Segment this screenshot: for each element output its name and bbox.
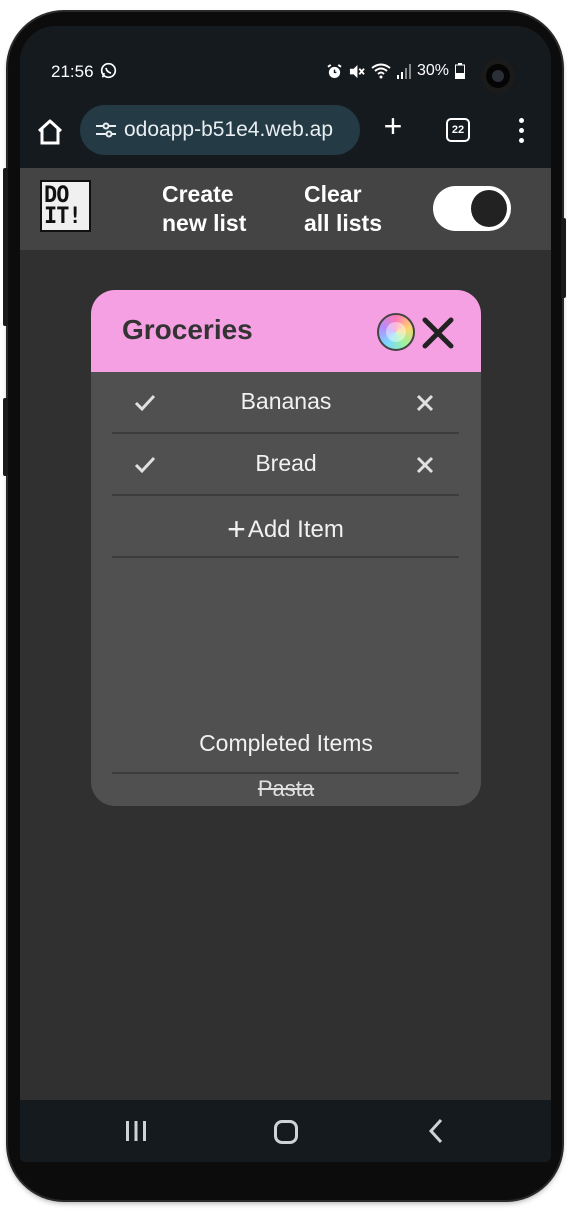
divider <box>112 772 459 774</box>
toggle-knob <box>471 190 507 227</box>
alarm-icon <box>327 63 342 78</box>
mute-icon <box>349 64 365 78</box>
whatsapp-icon <box>101 62 117 79</box>
remove-item-icon[interactable] <box>412 452 438 478</box>
wifi-icon <box>371 63 391 79</box>
phone-side-button <box>3 168 8 326</box>
home-icon[interactable] <box>34 116 66 148</box>
new-tab-button[interactable]: + <box>378 110 408 142</box>
plus-icon: + <box>227 511 246 547</box>
list-header: Groceries <box>91 290 481 372</box>
app-header: DO IT! Create new list Clear all lists <box>20 168 551 250</box>
battery-icon <box>455 63 465 79</box>
add-item-label: Add Item <box>247 516 344 543</box>
browser-menu-icon[interactable] <box>514 116 528 146</box>
home-nav-icon[interactable] <box>274 1120 298 1144</box>
create-list-button[interactable]: Create new list <box>162 180 272 238</box>
list-item: Bread <box>112 434 459 496</box>
color-picker-icon[interactable] <box>377 313 415 351</box>
list-item: Bananas <box>112 372 459 434</box>
completed-item[interactable]: Pasta <box>91 776 481 802</box>
theme-toggle[interactable] <box>433 186 511 231</box>
back-icon[interactable] <box>424 1118 448 1144</box>
status-indicators: 30% <box>327 62 465 80</box>
check-icon[interactable] <box>132 452 158 478</box>
add-item-button[interactable]: +Add Item <box>112 496 459 558</box>
check-icon[interactable] <box>132 390 158 416</box>
phone-side-button <box>3 398 8 476</box>
url-text[interactable]: odoapp-b51e4.web.ap <box>124 118 333 142</box>
clear-lists-button[interactable]: Clear all lists <box>304 180 414 238</box>
recents-icon[interactable] <box>124 1120 148 1142</box>
app-logo: DO IT! <box>40 180 91 232</box>
status-time: 21:56 <box>51 62 117 82</box>
item-text[interactable]: Bananas <box>172 388 400 415</box>
phone-side-button <box>561 218 566 298</box>
front-camera <box>480 58 516 94</box>
completed-items-heading: Completed Items <box>199 730 373 756</box>
remove-item-icon[interactable] <box>412 390 438 416</box>
address-bar[interactable]: odoapp-b51e4.web.ap <box>80 105 360 155</box>
signal-icon <box>396 63 411 79</box>
browser-toolbar: odoapp-b51e4.web.ap + 22 <box>20 102 551 168</box>
list-title[interactable]: Groceries <box>122 314 253 346</box>
screen: 21:56 30% odoapp-b51e4.web.ap + 22 DO IT… <box>20 26 551 1162</box>
site-settings-icon[interactable] <box>92 121 120 139</box>
delete-list-icon[interactable] <box>419 314 457 352</box>
tab-switcher-button[interactable]: 22 <box>446 118 470 142</box>
list-card: Groceries Bananas Bread +Add Item Comple… <box>91 290 481 806</box>
system-nav-bar <box>20 1100 551 1162</box>
battery-percent: 30% <box>416 62 449 79</box>
item-text[interactable]: Bread <box>172 450 400 477</box>
